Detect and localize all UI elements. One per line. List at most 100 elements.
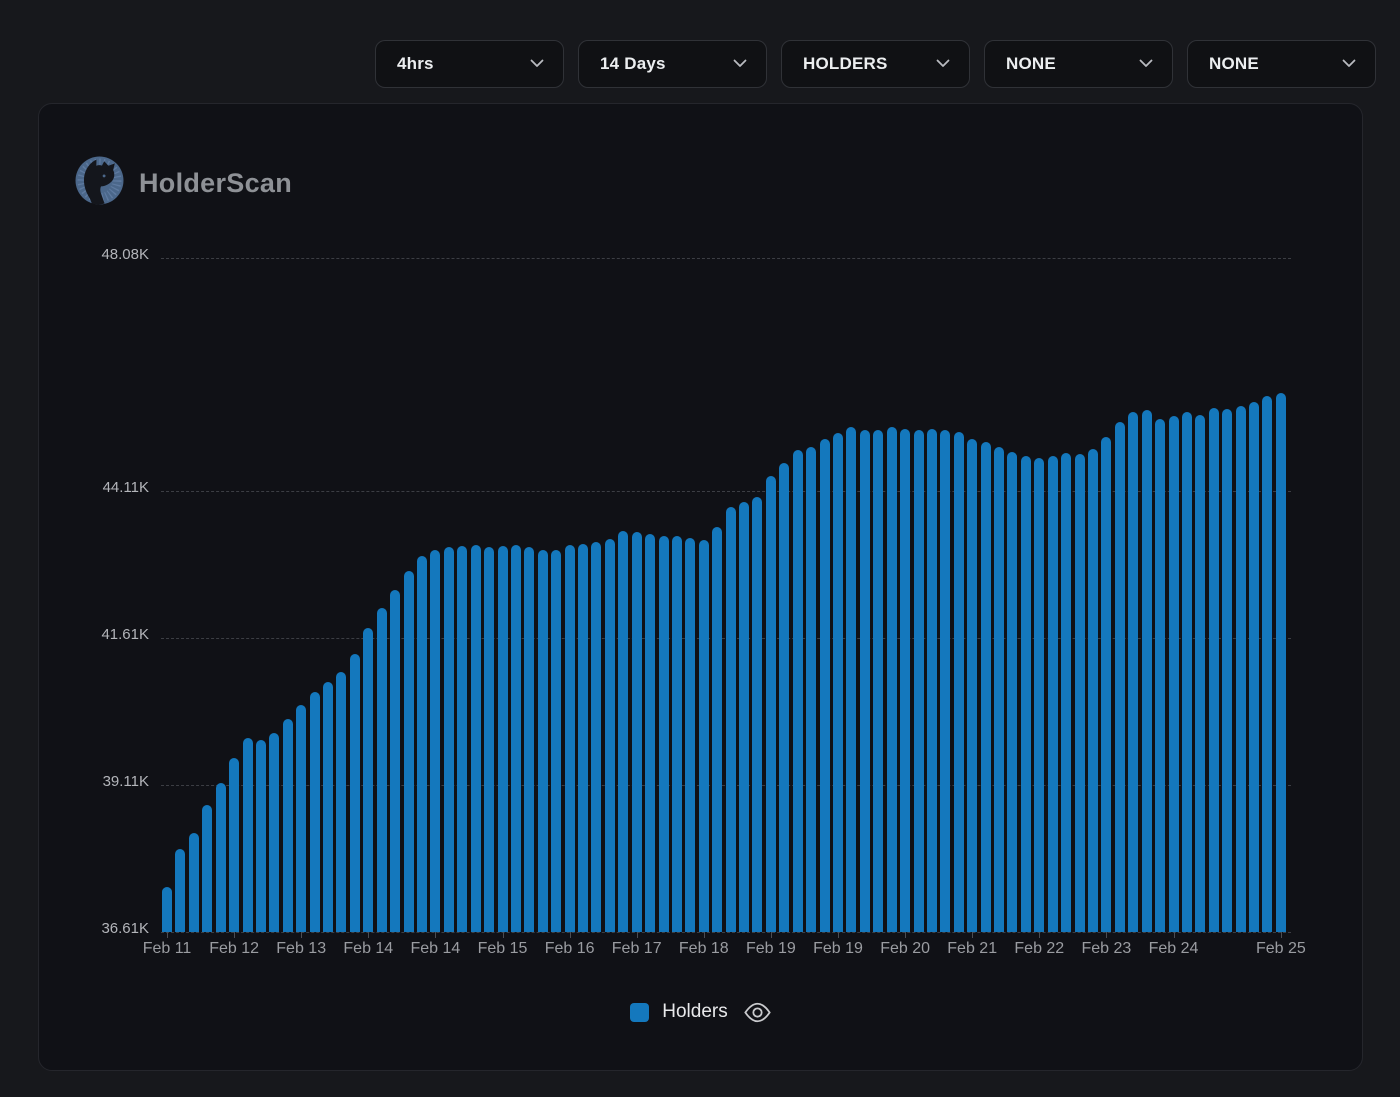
holders-bar[interactable] (538, 550, 548, 932)
holders-bar[interactable] (269, 733, 279, 932)
holders-bar[interactable] (430, 550, 440, 932)
holders-bar[interactable] (632, 532, 642, 932)
holders-bar[interactable] (283, 719, 293, 932)
holders-bar[interactable] (189, 833, 199, 932)
holders-bar[interactable] (873, 430, 883, 932)
x-axis-tick (1106, 932, 1107, 938)
legend-swatch-holders[interactable] (630, 1003, 649, 1022)
chevron-down-icon (1139, 55, 1153, 73)
holders-bar[interactable] (752, 497, 762, 932)
h-gridline (161, 932, 1291, 933)
metric-dropdown[interactable]: HOLDERS (781, 40, 970, 88)
holders-bar[interactable] (1222, 409, 1232, 932)
holders-bar[interactable] (363, 628, 373, 932)
holders-bar[interactable] (940, 430, 950, 932)
holders-bar[interactable] (1007, 452, 1017, 932)
holders-bar[interactable] (994, 447, 1004, 932)
holders-bar[interactable] (202, 805, 212, 932)
holders-bar[interactable] (1088, 449, 1098, 932)
holders-bar[interactable] (484, 547, 494, 932)
holders-bar[interactable] (1101, 437, 1111, 932)
holders-bar[interactable] (1075, 454, 1085, 932)
holders-bar[interactable] (806, 447, 816, 932)
holders-bar[interactable] (900, 429, 910, 932)
holders-bar[interactable] (739, 502, 749, 932)
holders-bar[interactable] (1021, 456, 1031, 932)
holders-bar[interactable] (1115, 422, 1125, 932)
holders-bar[interactable] (1249, 402, 1259, 932)
holders-bar[interactable] (591, 542, 601, 932)
holders-bar[interactable] (1155, 419, 1165, 932)
holders-bar[interactable] (860, 430, 870, 932)
holders-bar[interactable] (310, 692, 320, 932)
holders-bar[interactable] (524, 547, 534, 932)
holders-bar[interactable] (444, 547, 454, 932)
holders-bar[interactable] (914, 430, 924, 932)
holders-bar[interactable] (1169, 416, 1179, 932)
holders-bar[interactable] (1209, 408, 1219, 932)
holders-bar[interactable] (779, 463, 789, 932)
holders-bar[interactable] (243, 738, 253, 932)
holders-bar[interactable] (685, 538, 695, 932)
holders-bar[interactable] (229, 758, 239, 932)
holders-bar[interactable] (390, 590, 400, 932)
x-axis-label: Feb 18 (679, 940, 729, 958)
holders-bar[interactable] (1276, 393, 1286, 932)
holders-bar[interactable] (712, 527, 722, 932)
holders-bar[interactable] (578, 544, 588, 932)
holders-bar[interactable] (1182, 412, 1192, 932)
holders-bar[interactable] (377, 608, 387, 932)
x-axis-label: Feb 12 (209, 940, 259, 958)
x-axis-label: Feb 23 (1081, 940, 1131, 958)
holders-bar[interactable] (645, 534, 655, 932)
holders-bar[interactable] (162, 887, 172, 932)
holders-bar[interactable] (833, 433, 843, 932)
holders-bar[interactable] (846, 427, 856, 932)
holders-bar[interactable] (1128, 412, 1138, 932)
holders-bar[interactable] (672, 536, 682, 932)
holders-bar[interactable] (605, 539, 615, 932)
holders-bar[interactable] (887, 427, 897, 932)
holders-bar[interactable] (417, 556, 427, 932)
holders-bar[interactable] (471, 545, 481, 932)
holders-bar[interactable] (350, 654, 360, 932)
holders-bar[interactable] (1262, 396, 1272, 932)
visibility-eye-icon[interactable] (744, 1002, 771, 1023)
overlay2-dropdown[interactable]: NONE (1187, 40, 1376, 88)
holders-bar[interactable] (216, 783, 226, 932)
x-axis-tick (435, 932, 436, 938)
holders-bar[interactable] (296, 705, 306, 932)
holders-bar[interactable] (175, 849, 185, 932)
x-axis-label: Feb 17 (612, 940, 662, 958)
holders-bar[interactable] (726, 507, 736, 932)
holders-bar[interactable] (766, 476, 776, 932)
holders-bar[interactable] (565, 545, 575, 932)
holders-bar[interactable] (404, 571, 414, 932)
holders-bar[interactable] (954, 432, 964, 932)
holders-bar[interactable] (927, 429, 937, 932)
holders-bar[interactable] (1236, 406, 1246, 932)
holders-bar[interactable] (256, 740, 266, 932)
holders-bar[interactable] (967, 439, 977, 932)
holders-bar[interactable] (793, 450, 803, 932)
holders-bar[interactable] (498, 546, 508, 932)
holders-bar[interactable] (336, 672, 346, 932)
holders-bar[interactable] (659, 536, 669, 932)
y-axis-label: 44.11K (67, 479, 149, 496)
holders-bar[interactable] (1034, 458, 1044, 932)
holders-bar[interactable] (1061, 453, 1071, 932)
holders-bar[interactable] (551, 550, 561, 932)
range-dropdown[interactable]: 14 Days (578, 40, 767, 88)
holders-bar[interactable] (820, 439, 830, 932)
holders-bar[interactable] (511, 545, 521, 932)
holders-bar[interactable] (1142, 410, 1152, 932)
overlay1-dropdown[interactable]: NONE (984, 40, 1173, 88)
holders-bar[interactable] (699, 540, 709, 932)
holders-bar[interactable] (1195, 415, 1205, 932)
holders-bar[interactable] (323, 682, 333, 932)
interval-dropdown[interactable]: 4hrs (375, 40, 564, 88)
holders-bar[interactable] (1048, 456, 1058, 932)
holders-bar[interactable] (618, 531, 628, 932)
holders-bar[interactable] (981, 442, 991, 932)
holders-bar[interactable] (457, 546, 467, 932)
